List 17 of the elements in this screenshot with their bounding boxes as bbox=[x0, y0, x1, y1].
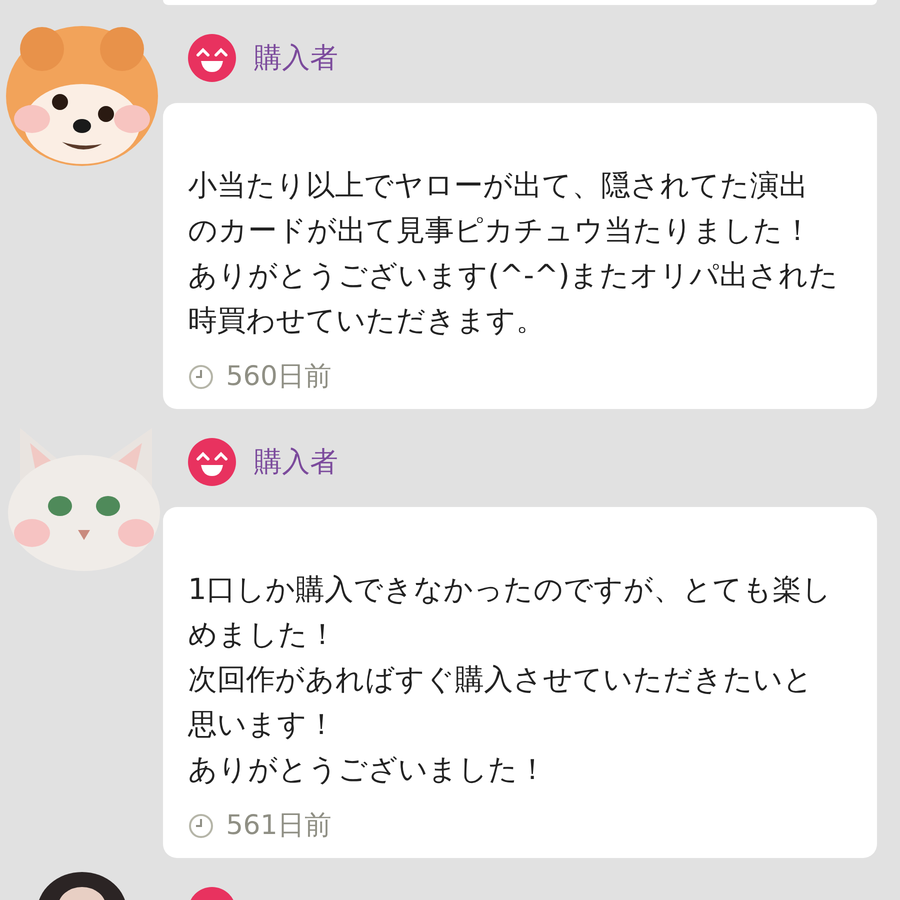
review-text-line: ありがとうございました！ bbox=[188, 751, 547, 788]
timestamp: 560日前 bbox=[226, 360, 332, 394]
review-text-line: 時買わせていただきます。 bbox=[188, 302, 545, 339]
review-text-line: 1口しか購入できなかったのですが、とても楽し bbox=[188, 571, 832, 608]
review-text-line: 思います！ bbox=[188, 706, 336, 743]
review-text-line: めました！ bbox=[188, 616, 337, 653]
review-text-line: 次回作があればすぐ購入させていただきたいと bbox=[188, 661, 813, 698]
smiley-icon bbox=[188, 438, 236, 486]
smiley-icon bbox=[188, 34, 236, 82]
timestamp: 561日前 bbox=[226, 808, 332, 843]
clock-icon bbox=[188, 813, 214, 839]
clock-icon bbox=[188, 364, 214, 390]
author-label: 購入者 bbox=[254, 40, 338, 76]
review-text-line: のカードが出て見事ピカチュウ当たりました！ bbox=[188, 212, 812, 249]
review-text-line: 小当たり以上でヤローが出て、隠されてた演出 bbox=[188, 167, 808, 204]
author-label: 購入者 bbox=[254, 444, 338, 480]
review-text-line: ありがとうございます(^-^)またオリパ出された bbox=[188, 257, 839, 294]
